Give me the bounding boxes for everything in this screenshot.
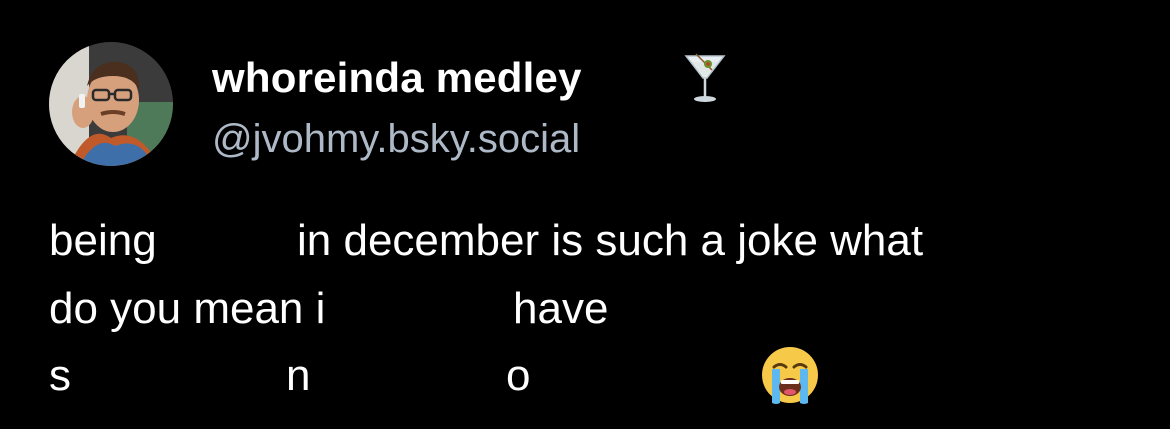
cocktail-glass-icon [684, 53, 726, 102]
post-card: whoreinda medley @jvohmy.bsky.social bei… [0, 0, 1170, 429]
post-text-line-2: do you mean i have [49, 280, 1149, 340]
post-text-line-3: s n o [49, 347, 1149, 407]
post-text-letter: n [286, 351, 311, 400]
author-avatar[interactable] [49, 42, 173, 166]
post-text-line-1: being in december is such a joke what [49, 212, 1149, 272]
loudly-crying-face-icon [762, 347, 818, 404]
post-text-segment: have [513, 284, 609, 333]
post-text-letter: o [506, 351, 531, 400]
author-handle[interactable]: @jvohmy.bsky.social [212, 114, 580, 164]
post-text-segment: do you mean i [49, 284, 326, 333]
post-text-segment: in december is such a joke what [297, 216, 924, 265]
post-text-letter: s [49, 351, 71, 400]
author-display-name[interactable]: whoreinda medley [212, 52, 582, 104]
post-text-segment: being [49, 216, 157, 265]
